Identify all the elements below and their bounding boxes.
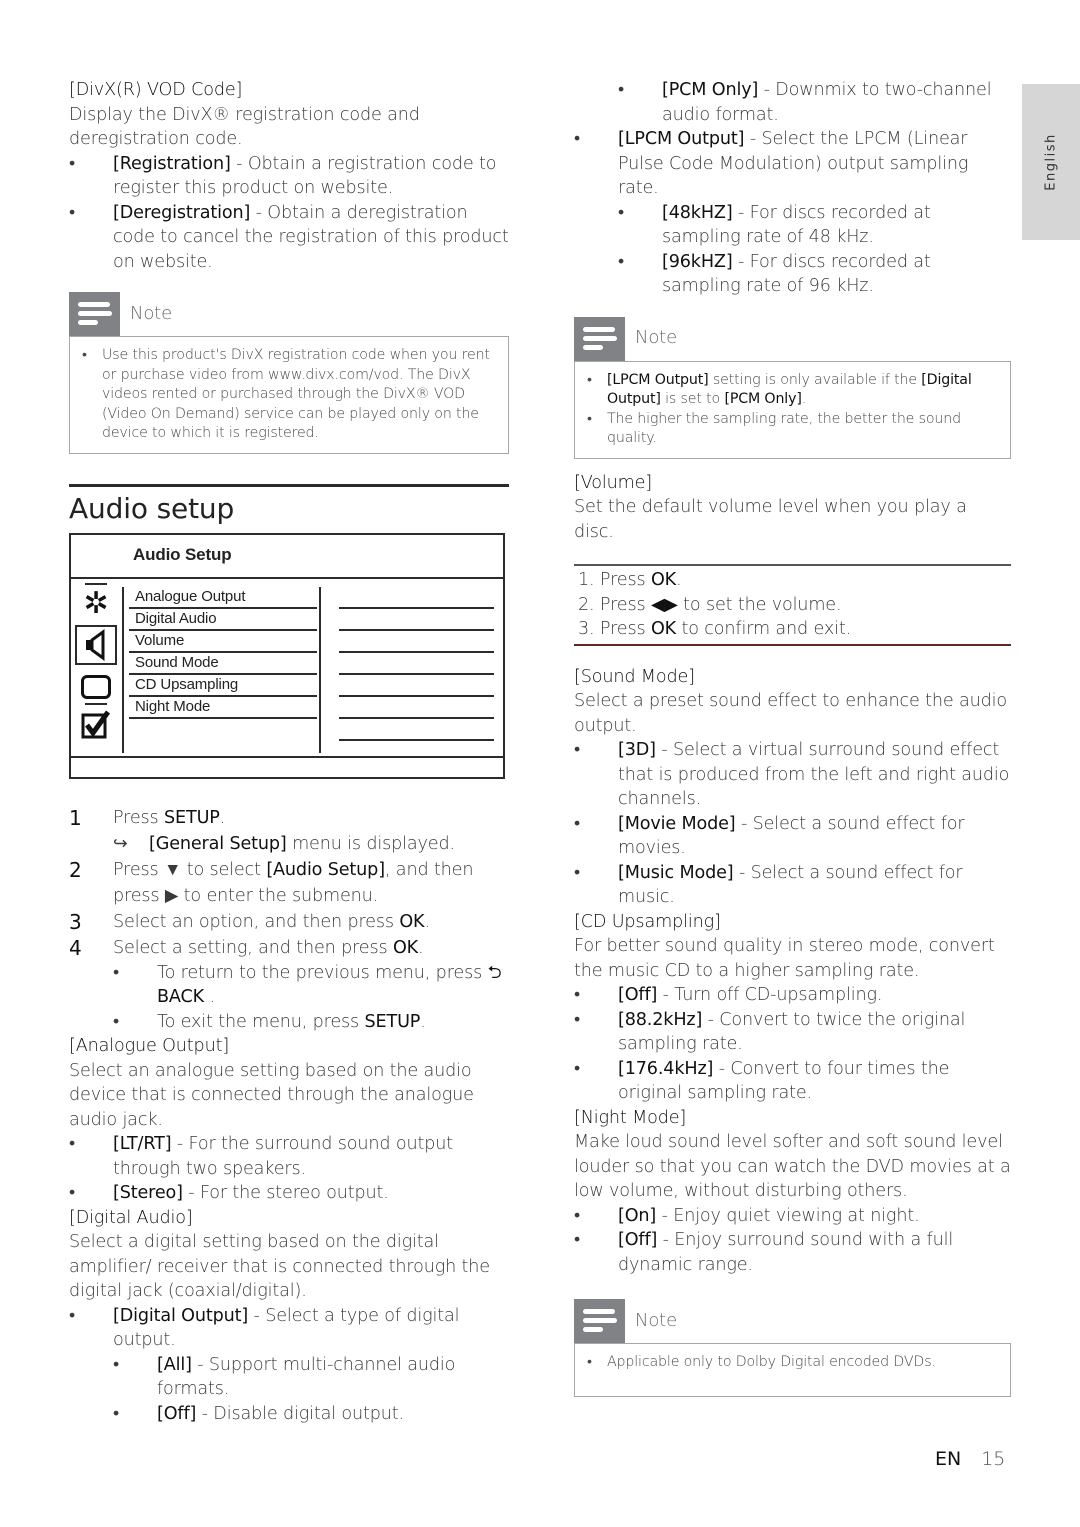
note-box-divx: Note Use this product's DivX registratio…	[69, 292, 509, 454]
digital-sub-item: [PCM Only] - Downmix to two-channel audi…	[574, 78, 1011, 127]
lpcm-sub-item: [96kHZ] - For discs recorded at sampling…	[574, 250, 1011, 299]
analogue-item: [LT/RT] - For the surround sound output …	[69, 1132, 509, 1181]
night-mode-description: Make loud sound level softer and soft so…	[574, 1132, 1011, 1201]
step-2: 2 Press ▼ to select [Audio Setup], and th…	[69, 857, 474, 906]
sound-mode-heading: [Sound Mode]	[574, 666, 695, 687]
night-mode-heading: [Night Mode]	[574, 1107, 687, 1128]
gear-icon[interactable]: ✲	[81, 588, 111, 619]
note-label: Note	[635, 1309, 678, 1331]
setup-steps: 1Press SETUP. [General Setup] menu is di…	[69, 805, 509, 1035]
note-label: Note	[130, 302, 173, 324]
section-title: Audio setup	[69, 483, 509, 527]
language-code: EN	[935, 1448, 962, 1470]
digital-heading: [Digital Audio]	[69, 1207, 193, 1228]
sound-mode-item: [3D] - Select a virtual surround sound e…	[574, 738, 1011, 812]
sound-mode-description: Select a preset sound effect to enhance …	[574, 691, 1008, 736]
menu-values	[339, 587, 494, 741]
step-4-bullet: To return to the previous menu, press ⮌ …	[69, 961, 509, 1010]
lpcm-item: [LPCM Output] - Select the LPCM (Linear …	[574, 127, 1011, 201]
step-1: 1 Press SETUP.	[69, 805, 226, 830]
menu-value-slot	[339, 697, 494, 719]
menu-option-analogue-output[interactable]: Analogue Output	[129, 587, 317, 609]
language-side-tab: English	[1022, 84, 1080, 240]
volume-step: 1. Press OK.	[578, 570, 682, 590]
step-4: 4 Select a setting, and then press OK.	[69, 935, 424, 960]
speaker-icon[interactable]	[75, 624, 117, 665]
cd-upsampling-description: For better sound quality in stereo mode,…	[574, 936, 995, 981]
menu-title: Audio Setup	[71, 535, 503, 579]
sound-mode-item: [Movie Mode] - Select a sound effect for…	[574, 812, 1011, 861]
page-footer: EN 15	[935, 1448, 1005, 1470]
note-box-night-mode: Note Applicable only to Dolby Digital en…	[574, 1299, 1011, 1397]
note-item: [LPCM Output] setting is only available …	[587, 371, 996, 410]
menu-option-digital-audio[interactable]: Digital Audio	[129, 609, 317, 631]
note-box-lpcm: Note [LPCM Output] setting is only avail…	[574, 316, 1011, 459]
menu-value-slot	[339, 653, 494, 675]
page-number: 15	[981, 1448, 1006, 1470]
right-column: [PCM Only] - Downmix to two-channel audi…	[574, 78, 1011, 1397]
volume-heading: [Volume]	[574, 472, 652, 493]
menu-value-slot	[339, 631, 494, 653]
note-item: Use this product's DivX registration cod…	[82, 346, 494, 444]
analogue-heading: [Analogue Output]	[69, 1036, 230, 1056]
digital-description: Select a digital setting based on the di…	[69, 1232, 490, 1301]
divx-item: [Registration] - Obtain a registration c…	[69, 152, 509, 201]
note-item: Applicable only to Dolby Digital encoded…	[587, 1353, 996, 1373]
menu-option-night-mode[interactable]: Night Mode	[129, 697, 317, 719]
menu-value-slot	[339, 675, 494, 697]
digital-item: [Digital Output] - Select a type of digi…	[69, 1304, 509, 1353]
night-mode-item: [On] - Enjoy quiet viewing at night.	[574, 1204, 1011, 1229]
note-icon	[574, 316, 625, 361]
volume-step: 2. Press ◀▶ to set the volume.	[578, 594, 842, 615]
analogue-description: Select an analogue setting based on the …	[69, 1060, 474, 1130]
step-4-bullet: To exit the menu, press SETUP.	[69, 1010, 509, 1035]
menu-value-slot	[339, 719, 494, 741]
step-3: 3 Select an option, and then press OK.	[69, 909, 430, 934]
menu-footer	[71, 755, 503, 777]
note-icon	[69, 292, 120, 336]
left-column: [DivX(R) VOD Code] Display the DivX® reg…	[69, 78, 509, 1426]
menu-options: Analogue Output Digital Audio Volume Sou…	[129, 587, 317, 719]
volume-description: Set the default volume level when you pl…	[574, 497, 967, 542]
divx-item: [Deregistration] - Obtain a deregistrati…	[69, 201, 509, 275]
menu-value-slot	[339, 587, 494, 609]
note-label: Note	[635, 327, 678, 349]
cd-upsampling-item: [88.2kHz] - Convert to twice the origina…	[574, 1008, 1011, 1057]
volume-steps: 1. Press OK. 2. Press ◀▶ to set the volu…	[574, 564, 1011, 646]
menu-option-sound-mode[interactable]: Sound Mode	[129, 653, 317, 675]
language-label: English	[1043, 133, 1059, 191]
divx-heading: [DivX(R) VOD Code]	[69, 80, 243, 100]
note-icon	[574, 1299, 625, 1343]
analogue-item: [Stereo] - For the stereo output.	[69, 1181, 509, 1206]
step-1-result: [General Setup] menu is displayed.	[69, 831, 509, 857]
menu-option-volume[interactable]: Volume	[129, 631, 317, 653]
digital-sub-item: [All] - Support multi-channel audio form…	[69, 1353, 509, 1402]
menu-value-slot	[339, 609, 494, 631]
cd-upsampling-item: [176.4kHz] - Convert to four times the o…	[574, 1057, 1011, 1106]
note-item: The higher the sampling rate, the better…	[587, 410, 996, 449]
screen-icon[interactable]	[81, 674, 111, 699]
night-mode-item: [Off] - Enjoy surround sound with a full…	[574, 1228, 1011, 1277]
menu-option-cd-upsampling[interactable]: CD Upsampling	[129, 675, 317, 697]
divx-description: Display the DivX® registration code and …	[69, 104, 420, 150]
sound-mode-item: [Music Mode] - Select a sound effect for…	[574, 861, 1011, 910]
cd-upsampling-heading: [CD Upsampling]	[574, 911, 721, 932]
digital-sub-item: [Off] - Disable digital output.	[69, 1402, 509, 1427]
checkbox-icon[interactable]	[81, 709, 111, 739]
cd-upsampling-item: [Off] - Turn off CD-upsampling.	[574, 983, 1011, 1008]
lpcm-sub-item: [48kHZ] - For discs recorded at sampling…	[574, 201, 1011, 250]
audio-setup-menu: Audio Setup ✲ Analogue Output Digital Au…	[69, 532, 505, 779]
volume-step: 3. Press OK to confirm and exit.	[578, 619, 852, 639]
